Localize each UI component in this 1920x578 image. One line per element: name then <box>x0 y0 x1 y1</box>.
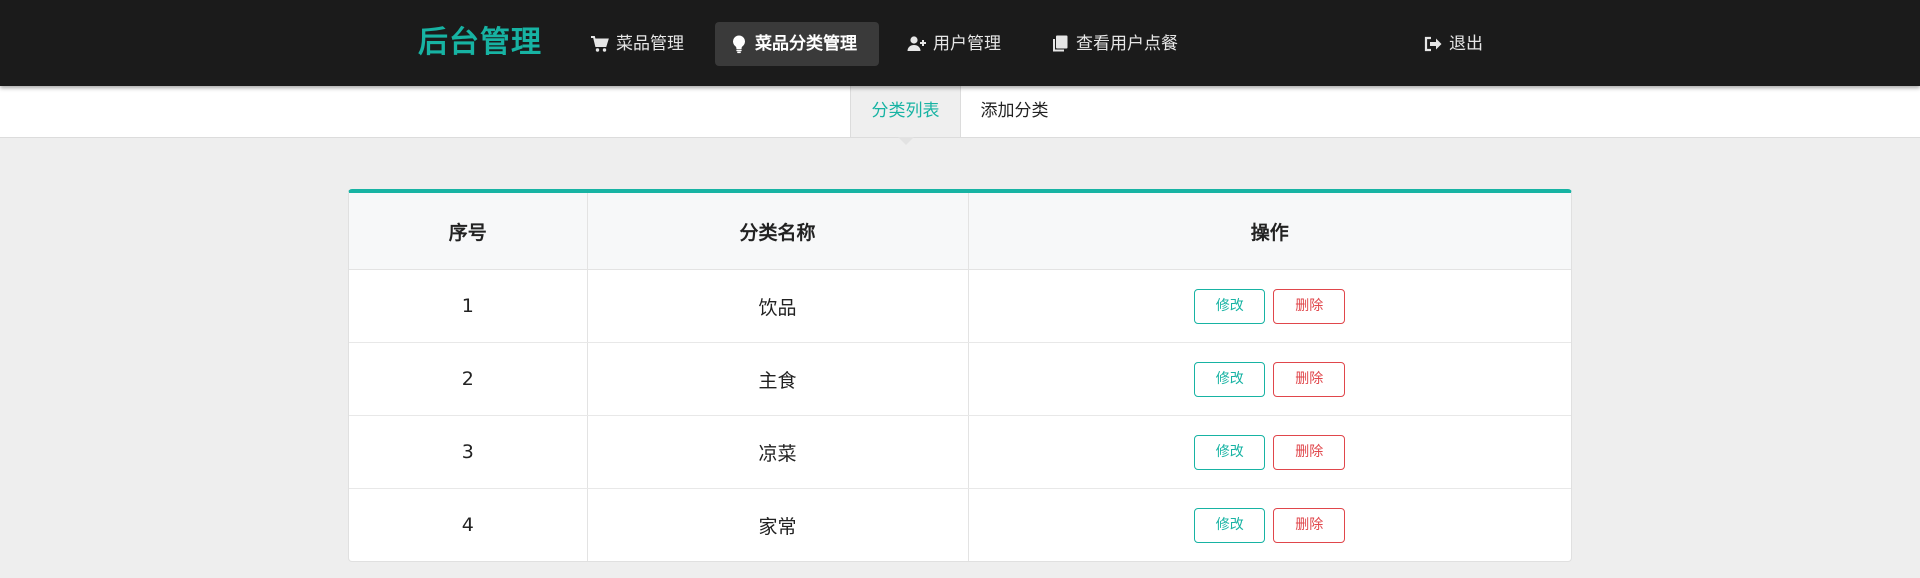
row-category-name: 凉菜 <box>587 415 969 489</box>
row-index: 3 <box>349 415 588 489</box>
logout-button[interactable]: 退出 <box>1409 22 1497 66</box>
row-category-name: 家常 <box>587 488 969 561</box>
copy-icon <box>1050 34 1070 54</box>
nav-item-users[interactable]: 用户管理 <box>893 22 1015 66</box>
table-row: 1 饮品 修改 删除 <box>349 269 1571 343</box>
category-table-card: 序号 分类名称 操作 1 饮品 修改 删除 2 主食 修改 删除 3 凉菜 修改… <box>348 189 1572 562</box>
top-navbar: 后台管理 菜品管理 菜品分类管理 用户管理 查看用户点餐 退出 <box>0 0 1920 86</box>
row-actions: 修改 删除 <box>968 415 1571 489</box>
row-category-name: 饮品 <box>587 269 969 343</box>
table-row: 2 主食 修改 删除 <box>349 342 1571 416</box>
delete-button[interactable]: 删除 <box>1273 507 1346 543</box>
row-category-name: 主食 <box>587 342 969 416</box>
active-tab-caret <box>898 137 914 145</box>
cart-icon <box>590 34 610 54</box>
brand-title[interactable]: 后台管理 <box>418 23 542 63</box>
column-header-index: 序号 <box>349 193 588 270</box>
row-index: 1 <box>349 269 588 343</box>
table-header-row: 序号 分类名称 操作 <box>349 193 1571 270</box>
nav-item-categories[interactable]: 菜品分类管理 <box>715 22 879 66</box>
column-header-name: 分类名称 <box>587 193 969 270</box>
column-header-actions: 操作 <box>968 193 1571 270</box>
delete-button[interactable]: 删除 <box>1273 434 1346 470</box>
delete-button[interactable]: 删除 <box>1273 361 1346 397</box>
edit-button[interactable]: 修改 <box>1194 507 1266 543</box>
edit-button[interactable]: 修改 <box>1194 361 1266 397</box>
nav-item-label: 菜品管理 <box>616 34 684 54</box>
nav-item-user-orders[interactable]: 查看用户点餐 <box>1036 22 1192 66</box>
row-actions: 修改 删除 <box>968 489 1571 562</box>
nav-item-label: 菜品分类管理 <box>755 34 857 54</box>
edit-button[interactable]: 修改 <box>1194 434 1266 470</box>
user-plus-icon <box>907 34 927 54</box>
table-row: 3 凉菜 修改 删除 <box>349 415 1571 489</box>
row-actions: 修改 删除 <box>968 269 1571 343</box>
category-table: 序号 分类名称 操作 1 饮品 修改 删除 2 主食 修改 删除 3 凉菜 修改… <box>349 193 1571 561</box>
sub-tab-bar: 分类列表 添加分类 <box>0 86 1920 138</box>
tab-add-category[interactable]: 添加分类 <box>961 86 1068 137</box>
table-row: 4 家常 修改 删除 <box>349 488 1571 562</box>
lightbulb-icon <box>729 34 749 54</box>
delete-button[interactable]: 删除 <box>1273 288 1346 324</box>
tab-category-list[interactable]: 分类列表 <box>850 86 961 137</box>
row-actions: 修改 删除 <box>968 342 1571 416</box>
logout-label: 退出 <box>1449 34 1483 54</box>
nav-item-label: 查看用户点餐 <box>1076 34 1178 54</box>
nav-item-label: 用户管理 <box>933 34 1001 54</box>
sign-out-icon <box>1423 34 1443 54</box>
nav-item-dishes[interactable]: 菜品管理 <box>576 22 698 66</box>
edit-button[interactable]: 修改 <box>1194 288 1266 324</box>
row-index: 4 <box>349 488 588 561</box>
row-index: 2 <box>349 342 588 416</box>
